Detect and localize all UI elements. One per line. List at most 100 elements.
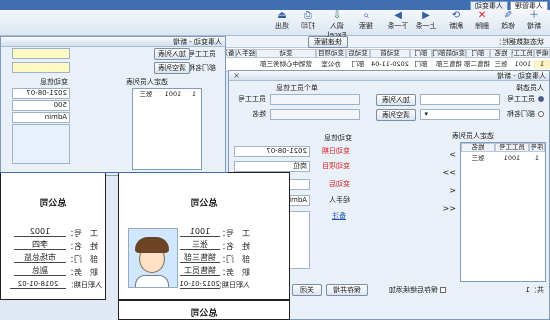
name-label: 姓名 (252, 110, 266, 118)
move-all-right-button[interactable]: >> (443, 168, 456, 177)
card-row-value: 副总 (14, 266, 66, 276)
grid-header[interactable]: 变动后 (346, 49, 370, 58)
small-change-title: 变动信息 (40, 78, 68, 86)
prev-icon: ◀ (422, 10, 430, 21)
toolbar-exit-button[interactable]: ⏏ 退出 (270, 10, 294, 34)
small-dialog-title: 人事变动 - 新增 (1, 37, 225, 47)
grid-cell[interactable]: 营销中心财务三部 (256, 60, 316, 69)
move-left-button[interactable]: < (449, 186, 456, 195)
avatar-body (135, 275, 169, 288)
move-all-left-button[interactable]: << (443, 204, 456, 213)
grid-header[interactable]: 变动 (256, 49, 316, 58)
grid-cell[interactable]: 办公室 (316, 60, 346, 69)
small-dept-field[interactable] (12, 62, 70, 73)
change-date-label: 变动日期 (322, 147, 350, 155)
tab-personnel-change[interactable]: 人事变动 (470, 1, 508, 10)
staff-no-field[interactable] (420, 94, 500, 105)
grid-cell[interactable]: 销售二部 (464, 60, 490, 69)
grid-cell[interactable]: 1001 (512, 60, 534, 69)
grid-header[interactable]: 部门 (466, 49, 490, 58)
toolbar-refresh-button[interactable]: ⟳ 刷新 (444, 10, 468, 34)
small-remove-button[interactable]: 清空列表 (154, 62, 190, 74)
list-header[interactable]: 序号 (529, 143, 545, 152)
small-handler-field[interactable]: Admin (12, 112, 70, 123)
card-row-value: 李四 (14, 240, 66, 250)
toolbar-delete-button[interactable]: ✕ 删除 (470, 10, 494, 34)
staff-no-label: 员工工号 (238, 95, 266, 103)
tab-hr-management[interactable]: 人事管理 (510, 1, 548, 10)
quick-search-button[interactable]: 快速搜索 (308, 36, 348, 48)
card-company: 总公司 (190, 199, 218, 209)
employee-photo (128, 228, 178, 288)
grid-header[interactable]: 变动前 (370, 49, 410, 58)
dept-radio[interactable] (538, 111, 544, 117)
list-header[interactable]: 姓名 (461, 143, 495, 152)
grid-header[interactable]: 部门 (410, 49, 432, 58)
grid-header[interactable]: 变动项目 (316, 49, 346, 58)
grid-cell[interactable]: 2020-11-04 (370, 60, 410, 69)
small-list-cell[interactable]: 1 (187, 90, 201, 99)
toolbar-next-button[interactable]: ▶ 下一条 (386, 10, 410, 34)
small-list-cell[interactable]: 1001 (159, 90, 187, 99)
small-date-field[interactable]: 2021-08-07 (12, 88, 70, 99)
toolbar-search-button[interactable]: ⌕ 搜索 (354, 10, 378, 34)
small-staff-field[interactable] (12, 48, 70, 59)
grid-header[interactable]: 经手人 (236, 49, 256, 58)
save-button[interactable]: 保存并增 (326, 284, 368, 296)
refresh-icon: ⟳ (451, 10, 461, 21)
grid-cell[interactable]: 1 (534, 60, 550, 69)
small-count-field[interactable]: 500 (12, 100, 70, 111)
grid-header[interactable]: 员工工号 (507, 49, 534, 58)
card-company: 总公司 (190, 309, 218, 319)
close-button[interactable]: 关闭 (292, 284, 322, 296)
card-row-label: 工 号： (66, 229, 98, 238)
toolbar-print-button[interactable]: ⎙ 打印 (296, 10, 320, 34)
grid-cell[interactable]: 部门 (346, 60, 370, 69)
selected-list (460, 142, 546, 282)
grid-header[interactable]: 编号 (534, 49, 550, 58)
staff-no-display (270, 94, 360, 105)
change-item-field[interactable]: 岗位 (234, 161, 310, 172)
grid-header[interactable]: 姓名 (490, 49, 512, 58)
list-header[interactable]: 员工工号 (495, 143, 529, 152)
toolbar-new-button[interactable]: ＋新增 (522, 10, 546, 34)
continue-add-checkbox[interactable] (440, 287, 446, 293)
card-row-label: 入职日期： (67, 281, 102, 289)
toolbar-edit-button[interactable]: ✎ 修改 (496, 10, 520, 34)
grid-cell[interactable]: 销售三部 (432, 60, 466, 69)
add-to-list-button[interactable]: 加入列表 (376, 94, 416, 106)
grid-cell[interactable]: 张三 (490, 60, 512, 69)
card-row-value: 销售员工 (180, 266, 220, 276)
grid-cell[interactable]: 部门 (410, 60, 432, 69)
card-row-label: 工 号： (218, 229, 250, 238)
list-cell[interactable]: 张三 (461, 154, 495, 163)
small-staff-label: 员工工号 (188, 50, 216, 58)
card-row-label: 职 务： (66, 268, 98, 277)
card-row-value: 张三 (180, 240, 220, 250)
list-cell[interactable]: 1 (529, 154, 545, 163)
change-date-field[interactable]: 2021-08-07 (234, 146, 310, 157)
list-cell[interactable]: 1001 (495, 154, 529, 163)
small-add-button[interactable]: 加入列表 (154, 48, 190, 60)
card-row-value: 1001 (180, 227, 220, 237)
chevron-down-icon[interactable]: ▾ (424, 110, 428, 118)
small-remark-field[interactable] (12, 124, 70, 164)
plus-icon: ＋ (529, 10, 539, 21)
dept-field[interactable] (420, 109, 500, 120)
staff-radio[interactable] (538, 96, 544, 102)
move-right-button[interactable]: > (449, 150, 456, 159)
toolbar-prev-button[interactable]: ◀ 上一条 (414, 10, 438, 34)
card-row-value: 1002 (14, 227, 66, 237)
change-section-title: 变动信息 (324, 134, 352, 142)
close-icon[interactable]: × (232, 71, 240, 80)
small-list-cell[interactable]: 张三 (133, 90, 159, 99)
small-list-title: 选定人员列表 (126, 78, 168, 86)
clear-list-button[interactable]: 清空列表 (376, 109, 416, 121)
toolbar-label: 打印 (301, 22, 315, 30)
card-row-label: 部 门： (218, 255, 250, 264)
card-row-value: 销售三部 (180, 253, 220, 263)
name-display (270, 109, 360, 120)
handler-label: 经手人 (329, 196, 350, 204)
grid-header[interactable]: 变动前部门 (432, 49, 466, 58)
toolbar-import-excel-button[interactable]: ⇩ 调入Excel (322, 10, 352, 39)
